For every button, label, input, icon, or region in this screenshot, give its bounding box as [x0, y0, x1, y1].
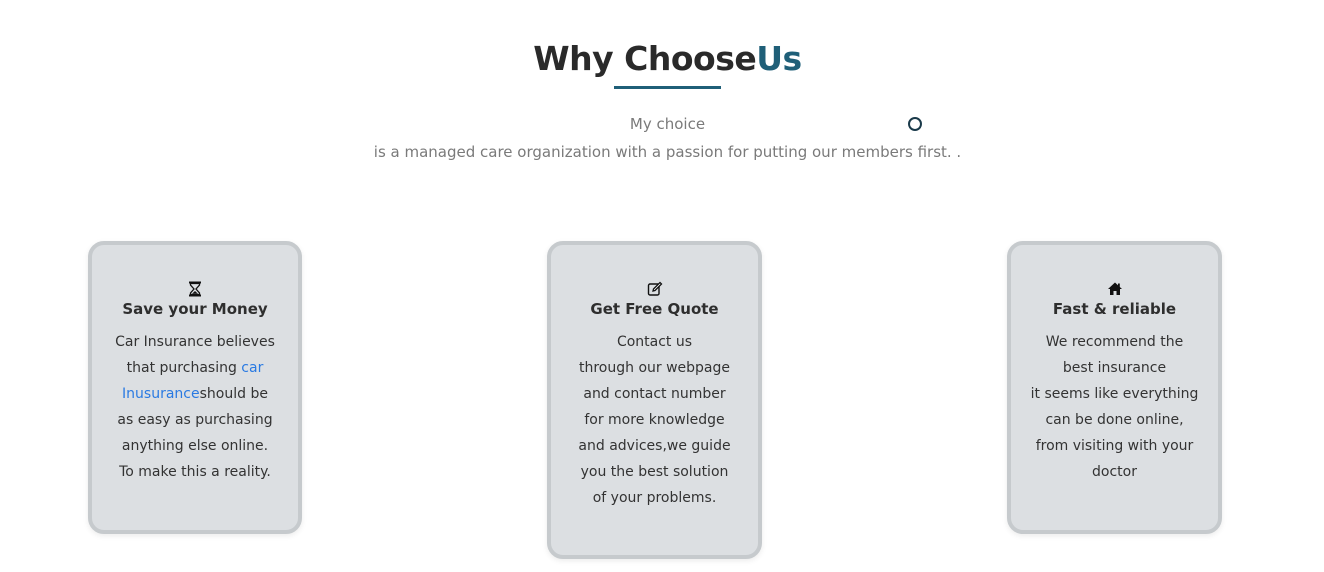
subtitle-line-2: is a managed care organization with a pa…: [373, 143, 962, 161]
title-underline: [614, 86, 721, 89]
card-description: We recommend the best insurance it seems…: [1030, 329, 1200, 485]
card-text-fragment: that purchasing: [126, 360, 242, 376]
card-text-line: can be done online,: [1045, 412, 1184, 428]
cursor-ring-icon: [908, 117, 922, 131]
card-text-line: Car Insurance believes: [115, 334, 275, 350]
card-text-fragment: should be: [199, 386, 268, 402]
section-title-main: Why Choose: [533, 39, 757, 78]
card-title: Get Free Quote: [590, 300, 719, 318]
card-text-line: and advices,we guide: [578, 438, 731, 454]
feature-card-save-money: Save your Money Car Insurance believes t…: [88, 241, 302, 534]
card-text-line: We recommend the: [1045, 334, 1184, 350]
card-text-line: To make this a reality.: [119, 464, 271, 480]
card-text-line: anything else online.: [121, 438, 269, 454]
feature-card-free-quote: Get Free Quote Contact us through our we…: [547, 241, 762, 559]
card-text-line: that purchasing car Inusuranceshould be: [115, 355, 275, 407]
card-text-line: of your problems.: [592, 490, 717, 506]
feature-card-fast-reliable: Fast & reliable We recommend the best in…: [1007, 241, 1222, 534]
card-text-line: you the best solution: [580, 464, 729, 480]
why-choose-us-section: Why ChooseUs My choice is a managed care…: [0, 0, 1324, 572]
section-title: Why ChooseUs: [0, 36, 1324, 82]
card-title: Save your Money: [122, 300, 268, 318]
card-description: Contact us through our webpage and conta…: [575, 329, 735, 511]
card-text-line: and contact number: [583, 386, 726, 402]
card-text-line: for more knowledge: [584, 412, 725, 428]
card-text-line: as easy as purchasing: [117, 412, 273, 428]
card-text-line: it seems like everything: [1030, 386, 1199, 402]
card-text-line: from visiting with your: [1035, 438, 1194, 454]
card-text-line: Contact us: [616, 334, 693, 350]
card-text-line: through our webpage: [578, 360, 731, 376]
hourglass-icon: [189, 281, 201, 297]
section-title-accent: Us: [756, 39, 802, 78]
edit-icon: [647, 281, 662, 296]
subtitle-line-1: My choice: [629, 115, 706, 133]
home-icon: [1107, 282, 1122, 295]
card-text-line: best insurance: [1062, 360, 1167, 376]
card-text-line: doctor: [1092, 464, 1137, 480]
card-title: Fast & reliable: [1052, 300, 1177, 318]
card-description: Car Insurance believes that purchasing c…: [115, 329, 275, 485]
